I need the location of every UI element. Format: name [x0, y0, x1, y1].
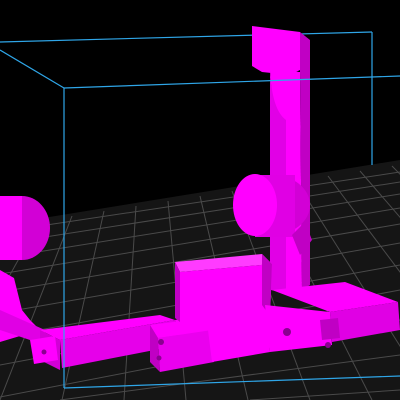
mount-hole [158, 339, 164, 345]
mount-hole [283, 328, 291, 336]
mount-hole [156, 355, 162, 361]
build-volume-left-top-edge [0, 49, 65, 89]
model-left-foot[interactable] [30, 336, 58, 364]
3d-viewport[interactable] [0, 0, 400, 400]
mount-hole [325, 342, 331, 348]
model-center-block[interactable] [175, 254, 272, 322]
build-volume-front-top-edge [63, 75, 400, 89]
build-volume-back-top-edge [0, 31, 373, 43]
build-volume-outline [0, 31, 373, 165]
mount-hole [41, 349, 47, 355]
